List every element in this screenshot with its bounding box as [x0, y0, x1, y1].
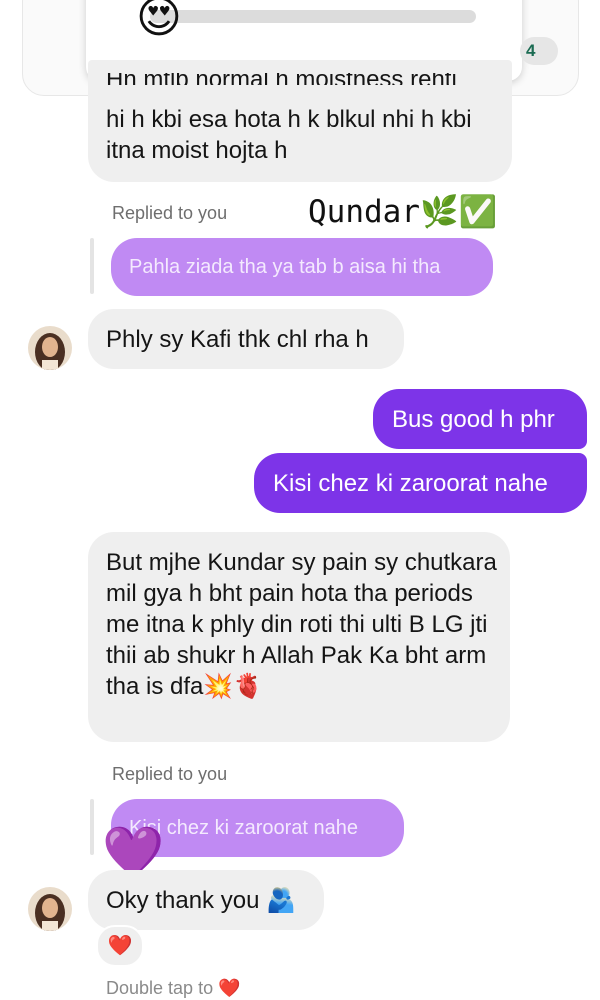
heart-reaction-icon: ❤️: [107, 935, 133, 957]
reply-quote-rule: [90, 799, 94, 855]
message-text: hi h kbi esa hota h k blkul nhi h kbi it…: [106, 106, 472, 164]
message-text: Bus good h phr: [392, 406, 555, 433]
avatar-photo-icon: [28, 326, 72, 370]
reaction-badge[interactable]: ❤️: [96, 925, 144, 967]
progress-bar: [150, 10, 476, 23]
reaction-count-badge[interactable]: 4: [520, 37, 558, 65]
incoming-message-4[interactable]: Oky thank you 🫂: [88, 870, 324, 930]
replied-to-label: Replied to you: [112, 203, 228, 223]
message-text: Kisi chez ki zaroorat nahe: [273, 470, 548, 497]
heart-eyes-emoji-icon: 😍: [136, 0, 182, 42]
double-tap-hint: Double tap to ❤️: [106, 978, 241, 998]
incoming-message-2[interactable]: Phly sy Kafi thk chl rha h: [88, 309, 404, 369]
outgoing-message-2[interactable]: Kisi chez ki zaroorat nahe: [254, 453, 587, 513]
message-text: Oky thank you 🫂: [106, 887, 296, 914]
reply-quote-rule: [90, 238, 94, 294]
avatar-photo-icon: [28, 887, 72, 931]
message-text: But mjhe Kundar sy pain sy chutkara mil …: [106, 549, 497, 700]
replied-to-label: Replied to you: [112, 764, 228, 784]
reply-quote-bubble[interactable]: Pahla ziada tha ya tab b aisa hi tha: [111, 238, 493, 296]
avatar[interactable]: [28, 326, 72, 370]
message-cut-line: Hn mtlb normal h moistness rehti: [106, 73, 506, 85]
message-text: Phly sy Kafi thk chl rha h: [106, 326, 369, 353]
reply-quote-text: Pahla ziada tha ya tab b aisa hi tha: [129, 256, 441, 278]
outgoing-message-1[interactable]: Bus good h phr: [373, 389, 587, 449]
avatar[interactable]: [28, 887, 72, 931]
qundar-caption-overlay: Qundar🌿✅: [308, 194, 498, 230]
incoming-message-1[interactable]: Hn mtlb normal h moistness rehti hi h kb…: [88, 60, 512, 182]
incoming-message-3[interactable]: But mjhe Kundar sy pain sy chutkara mil …: [88, 532, 510, 742]
